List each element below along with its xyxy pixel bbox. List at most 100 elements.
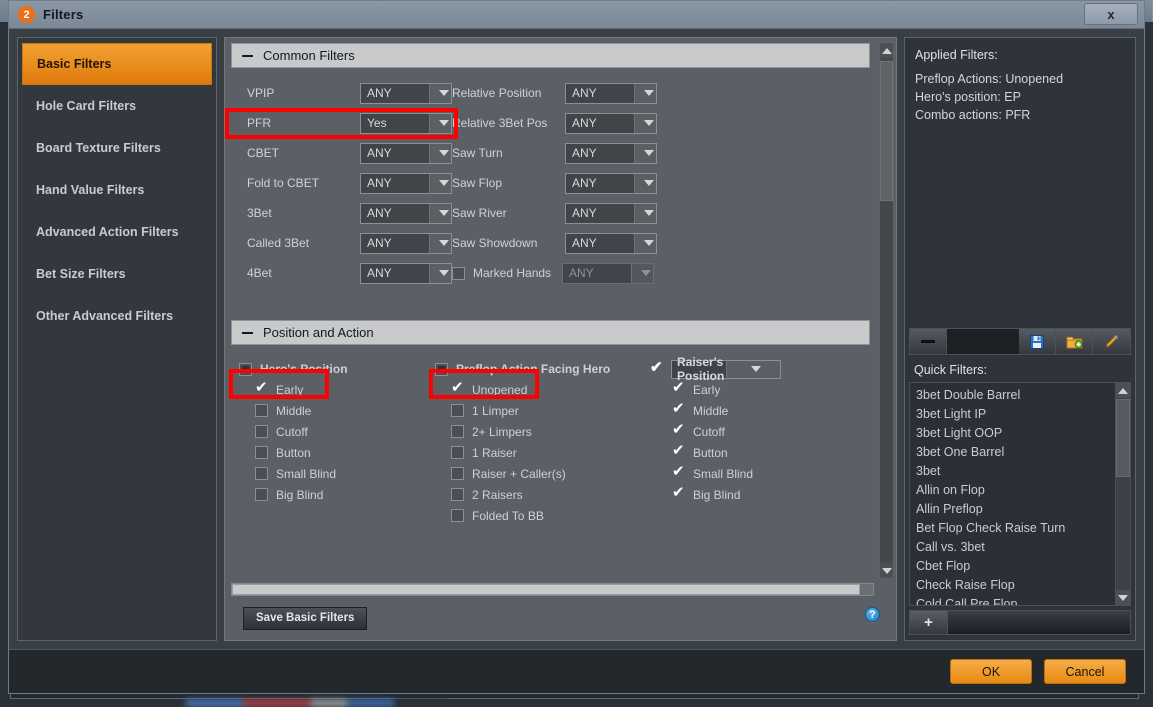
- section-header-common-filters[interactable]: Common Filters: [231, 43, 870, 68]
- group-checkbox[interactable]: [435, 362, 448, 376]
- option-row[interactable]: Early: [239, 379, 435, 400]
- save-basic-filters-button[interactable]: Save Basic Filters: [243, 606, 368, 630]
- cancel-button[interactable]: Cancel: [1044, 659, 1126, 684]
- quick-filter-item[interactable]: 3bet One Barrel: [916, 443, 1115, 462]
- quick-filter-item[interactable]: Cbet Flop: [916, 557, 1115, 576]
- group-checkbox[interactable]: [239, 362, 252, 376]
- option-row[interactable]: Button: [650, 442, 850, 463]
- option-checkbox[interactable]: [672, 464, 685, 480]
- section-header-position-and-action[interactable]: Position and Action: [231, 320, 870, 345]
- filter-dropdown[interactable]: ANY: [360, 82, 452, 104]
- option-row[interactable]: Unopened: [435, 379, 650, 400]
- option-row[interactable]: Folded To BB: [435, 505, 650, 526]
- quick-filter-item[interactable]: 3bet Light IP: [916, 405, 1115, 424]
- scroll-down-icon[interactable]: [880, 563, 893, 578]
- ok-button[interactable]: OK: [950, 659, 1032, 684]
- option-row[interactable]: 2 Raisers: [435, 484, 650, 505]
- option-row[interactable]: Big Blind: [239, 484, 435, 505]
- filter-dropdown[interactable]: ANY: [565, 232, 657, 254]
- option-checkbox[interactable]: [451, 425, 464, 438]
- option-checkbox[interactable]: [672, 485, 685, 501]
- sidebar-item-hole-card-filters[interactable]: Hole Card Filters: [22, 85, 212, 127]
- option-checkbox[interactable]: [255, 380, 268, 396]
- quick-filter-item[interactable]: Allin Preflop: [916, 500, 1115, 519]
- option-checkbox[interactable]: [672, 443, 685, 459]
- option-checkbox[interactable]: [255, 404, 268, 417]
- filter-dropdown[interactable]: ANY: [360, 172, 452, 194]
- new-folder-icon[interactable]: [1056, 329, 1093, 354]
- sidebar-item-board-texture-filters[interactable]: Board Texture Filters: [22, 127, 212, 169]
- quick-filter-item[interactable]: Cold Call Pre Flop: [916, 595, 1115, 605]
- help-icon[interactable]: ?: [865, 607, 880, 622]
- quick-filter-item[interactable]: Check Raise Flop: [916, 576, 1115, 595]
- sidebar-item-advanced-action-filters[interactable]: Advanced Action Filters: [22, 211, 212, 253]
- quick-filter-item[interactable]: 3bet: [916, 462, 1115, 481]
- option-row[interactable]: Raiser + Caller(s): [435, 463, 650, 484]
- vertical-scrollbar[interactable]: [879, 42, 894, 579]
- sidebar-item-basic-filters[interactable]: Basic Filters: [22, 43, 212, 85]
- scrollbar-thumb[interactable]: [1116, 399, 1130, 477]
- option-checkbox[interactable]: [255, 467, 268, 480]
- filter-dropdown[interactable]: Yes: [360, 112, 452, 134]
- close-icon[interactable]: x: [1084, 3, 1138, 25]
- option-row[interactable]: Cutoff: [239, 421, 435, 442]
- option-checkbox[interactable]: [451, 404, 464, 417]
- option-row[interactable]: Button: [239, 442, 435, 463]
- option-row[interactable]: Small Blind: [239, 463, 435, 484]
- option-checkbox[interactable]: [451, 467, 464, 480]
- option-checkbox[interactable]: [672, 422, 685, 438]
- raisers-position-group-header[interactable]: Raiser's Position: [650, 355, 850, 383]
- quick-filter-item[interactable]: 3bet Light OOP: [916, 424, 1115, 443]
- preflop-action-group-header[interactable]: Preflop Action Facing Hero: [435, 359, 650, 379]
- option-checkbox[interactable]: [451, 488, 464, 501]
- scroll-down-icon[interactable]: [1116, 590, 1130, 605]
- scrollbar-thumb[interactable]: [880, 61, 893, 201]
- option-checkbox[interactable]: [451, 446, 464, 459]
- group-checkbox[interactable]: [650, 360, 663, 376]
- option-row[interactable]: 1 Raiser: [435, 442, 650, 463]
- option-checkbox[interactable]: [255, 488, 268, 501]
- filter-checkbox[interactable]: [452, 266, 465, 280]
- raisers-position-dropdown[interactable]: Raiser's Position: [671, 355, 781, 383]
- sidebar-item-hand-value-filters[interactable]: Hand Value Filters: [22, 169, 212, 211]
- edit-pencil-icon[interactable]: [1093, 329, 1130, 354]
- option-checkbox[interactable]: [255, 446, 268, 459]
- filter-dropdown[interactable]: ANY: [360, 262, 452, 284]
- sidebar-item-other-advanced-filters[interactable]: Other Advanced Filters: [22, 295, 212, 337]
- filter-dropdown[interactable]: ANY: [565, 142, 657, 164]
- option-row[interactable]: Middle: [650, 400, 850, 421]
- quick-filter-item[interactable]: Call vs. 3bet: [916, 538, 1115, 557]
- dialog-titlebar[interactable]: 2 Filters x: [9, 1, 1144, 29]
- quick-filter-item[interactable]: 3bet Double Barrel: [916, 386, 1115, 405]
- filter-dropdown[interactable]: ANY: [360, 142, 452, 164]
- filter-dropdown[interactable]: ANY: [360, 232, 452, 254]
- filter-dropdown[interactable]: ANY: [565, 172, 657, 194]
- option-checkbox[interactable]: [672, 380, 685, 396]
- add-quick-filter-button[interactable]: +: [910, 611, 948, 634]
- scroll-up-icon[interactable]: [1116, 383, 1130, 398]
- filter-dropdown[interactable]: ANY: [565, 202, 657, 224]
- option-row[interactable]: 1 Limper: [435, 400, 650, 421]
- horizontal-scrollbar[interactable]: [231, 583, 874, 596]
- option-checkbox[interactable]: [451, 509, 464, 522]
- option-row[interactable]: Cutoff: [650, 421, 850, 442]
- scroll-up-icon[interactable]: [880, 43, 893, 58]
- heros-position-group-header[interactable]: Hero's Position: [239, 359, 435, 379]
- option-row[interactable]: Early: [650, 379, 850, 400]
- option-row[interactable]: 2+ Limpers: [435, 421, 650, 442]
- option-checkbox[interactable]: [255, 425, 268, 438]
- minus-icon[interactable]: [910, 329, 947, 354]
- sidebar-item-bet-size-filters[interactable]: Bet Size Filters: [22, 253, 212, 295]
- option-row[interactable]: Big Blind: [650, 484, 850, 505]
- filter-dropdown[interactable]: ANY: [565, 82, 657, 104]
- filter-dropdown[interactable]: ANY: [360, 202, 452, 224]
- option-checkbox[interactable]: [672, 401, 685, 417]
- quick-filters-scrollbar[interactable]: [1115, 383, 1130, 605]
- option-checkbox[interactable]: [451, 380, 464, 396]
- quick-filter-item[interactable]: Bet Flop Check Raise Turn: [916, 519, 1115, 538]
- quick-filter-item[interactable]: Allin on Flop: [916, 481, 1115, 500]
- option-row[interactable]: Middle: [239, 400, 435, 421]
- save-icon[interactable]: [1019, 329, 1056, 354]
- option-row[interactable]: Small Blind: [650, 463, 850, 484]
- filter-dropdown[interactable]: ANY: [565, 112, 657, 134]
